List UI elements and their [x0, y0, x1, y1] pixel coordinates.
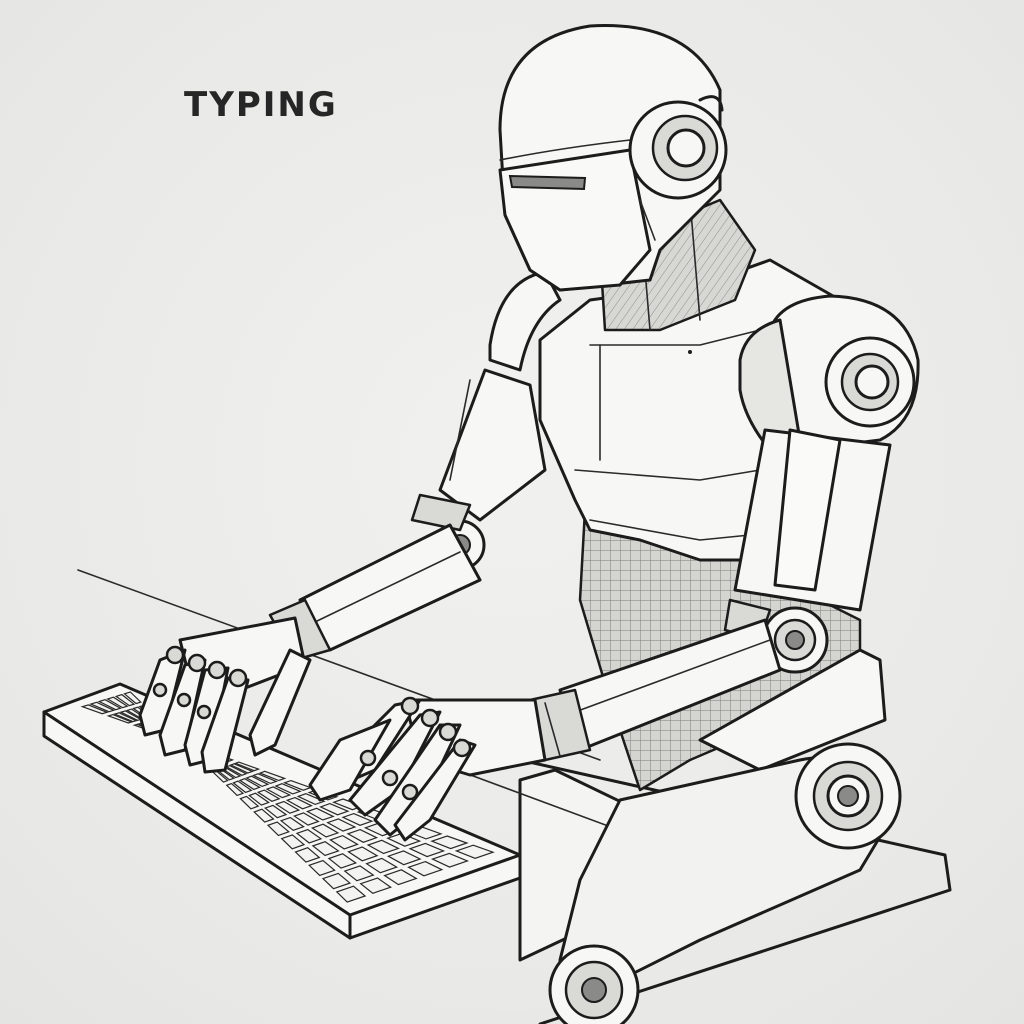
illustration-canvas: TYPING — [0, 0, 1024, 1024]
robot-typing-illustration — [42, 24, 952, 1024]
robot-left-hand — [138, 616, 312, 774]
robot-left-arm — [268, 368, 547, 662]
